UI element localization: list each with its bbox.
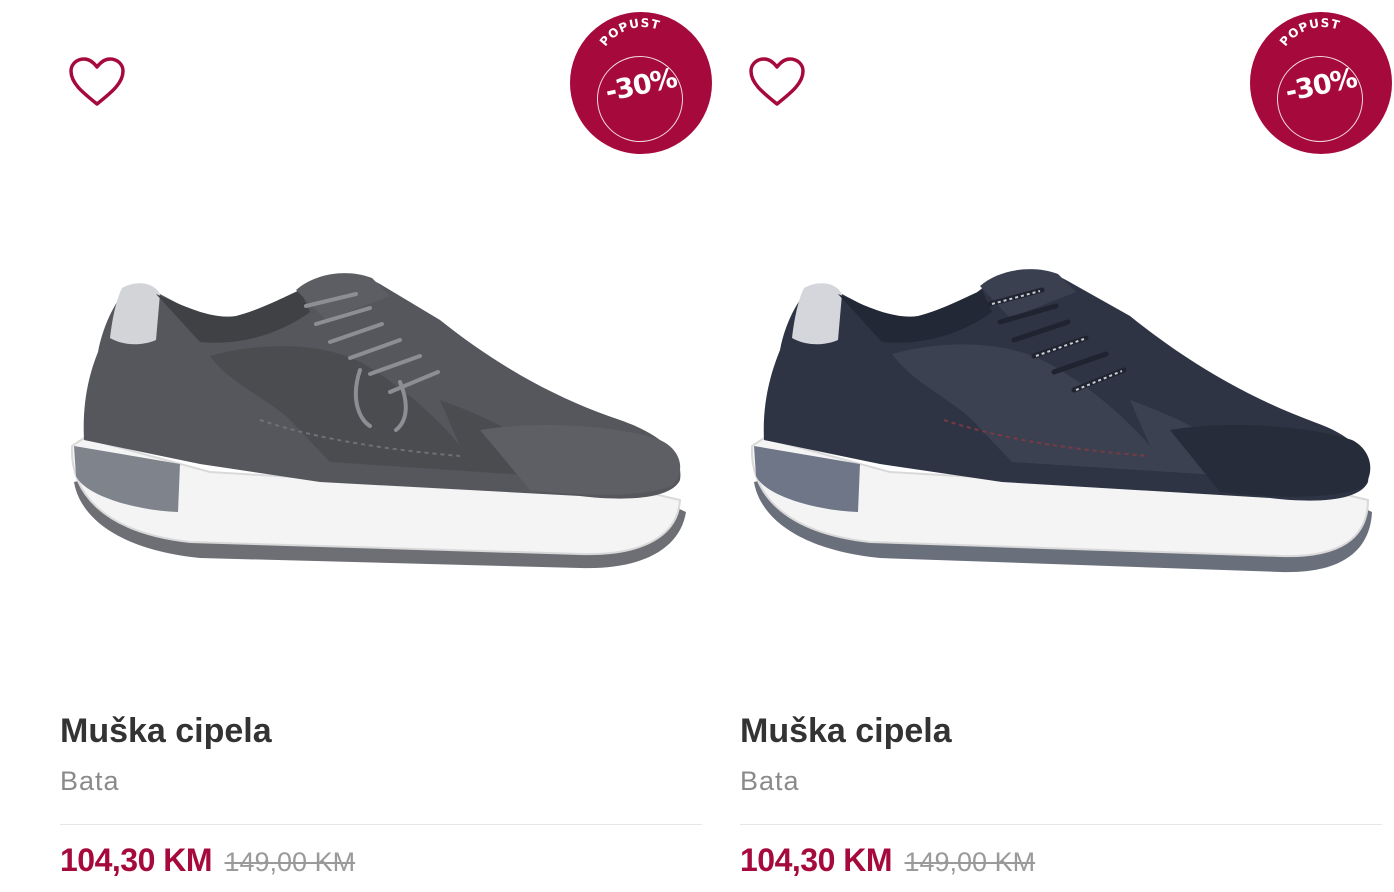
product-card[interactable]: POPUST -30% Muška cipela Bata 104,30 KM … [60, 0, 712, 892]
product-brand: Bata [740, 766, 800, 796]
product-image-grey-sneaker[interactable] [60, 250, 702, 610]
product-image-navy-sneaker[interactable] [740, 250, 1382, 610]
original-price: 149,00 KM [224, 847, 356, 877]
product-name[interactable]: Muška cipela [60, 712, 272, 751]
product-grid: POPUST -30% Muška cipela Bata 104,30 KM … [0, 0, 1394, 892]
sale-price: 104,30 KM [740, 842, 893, 878]
divider [60, 824, 702, 825]
heart-outline-icon[interactable] [68, 56, 126, 108]
svg-text:POPUST: POPUST [1277, 16, 1342, 49]
divider [740, 824, 1382, 825]
discount-badge: POPUST -30% [1250, 12, 1392, 154]
discount-badge: POPUST -30% [570, 12, 712, 154]
heart-outline-icon[interactable] [748, 56, 806, 108]
price-row: 104,30 KM 149,00 KM [60, 842, 355, 879]
badge-label: POPUST [1277, 16, 1341, 49]
product-brand: Bata [60, 766, 120, 796]
sale-price: 104,30 KM [60, 842, 213, 878]
badge-label: POPUST [597, 16, 661, 49]
original-price: 149,00 KM [904, 847, 1036, 877]
product-card[interactable]: POPUST -30% Muška cipela Bata 104,30 KM … [740, 0, 1392, 892]
price-row: 104,30 KM 149,00 KM [740, 842, 1035, 879]
svg-text:POPUST: POPUST [597, 16, 662, 49]
product-name[interactable]: Muška cipela [740, 712, 952, 751]
